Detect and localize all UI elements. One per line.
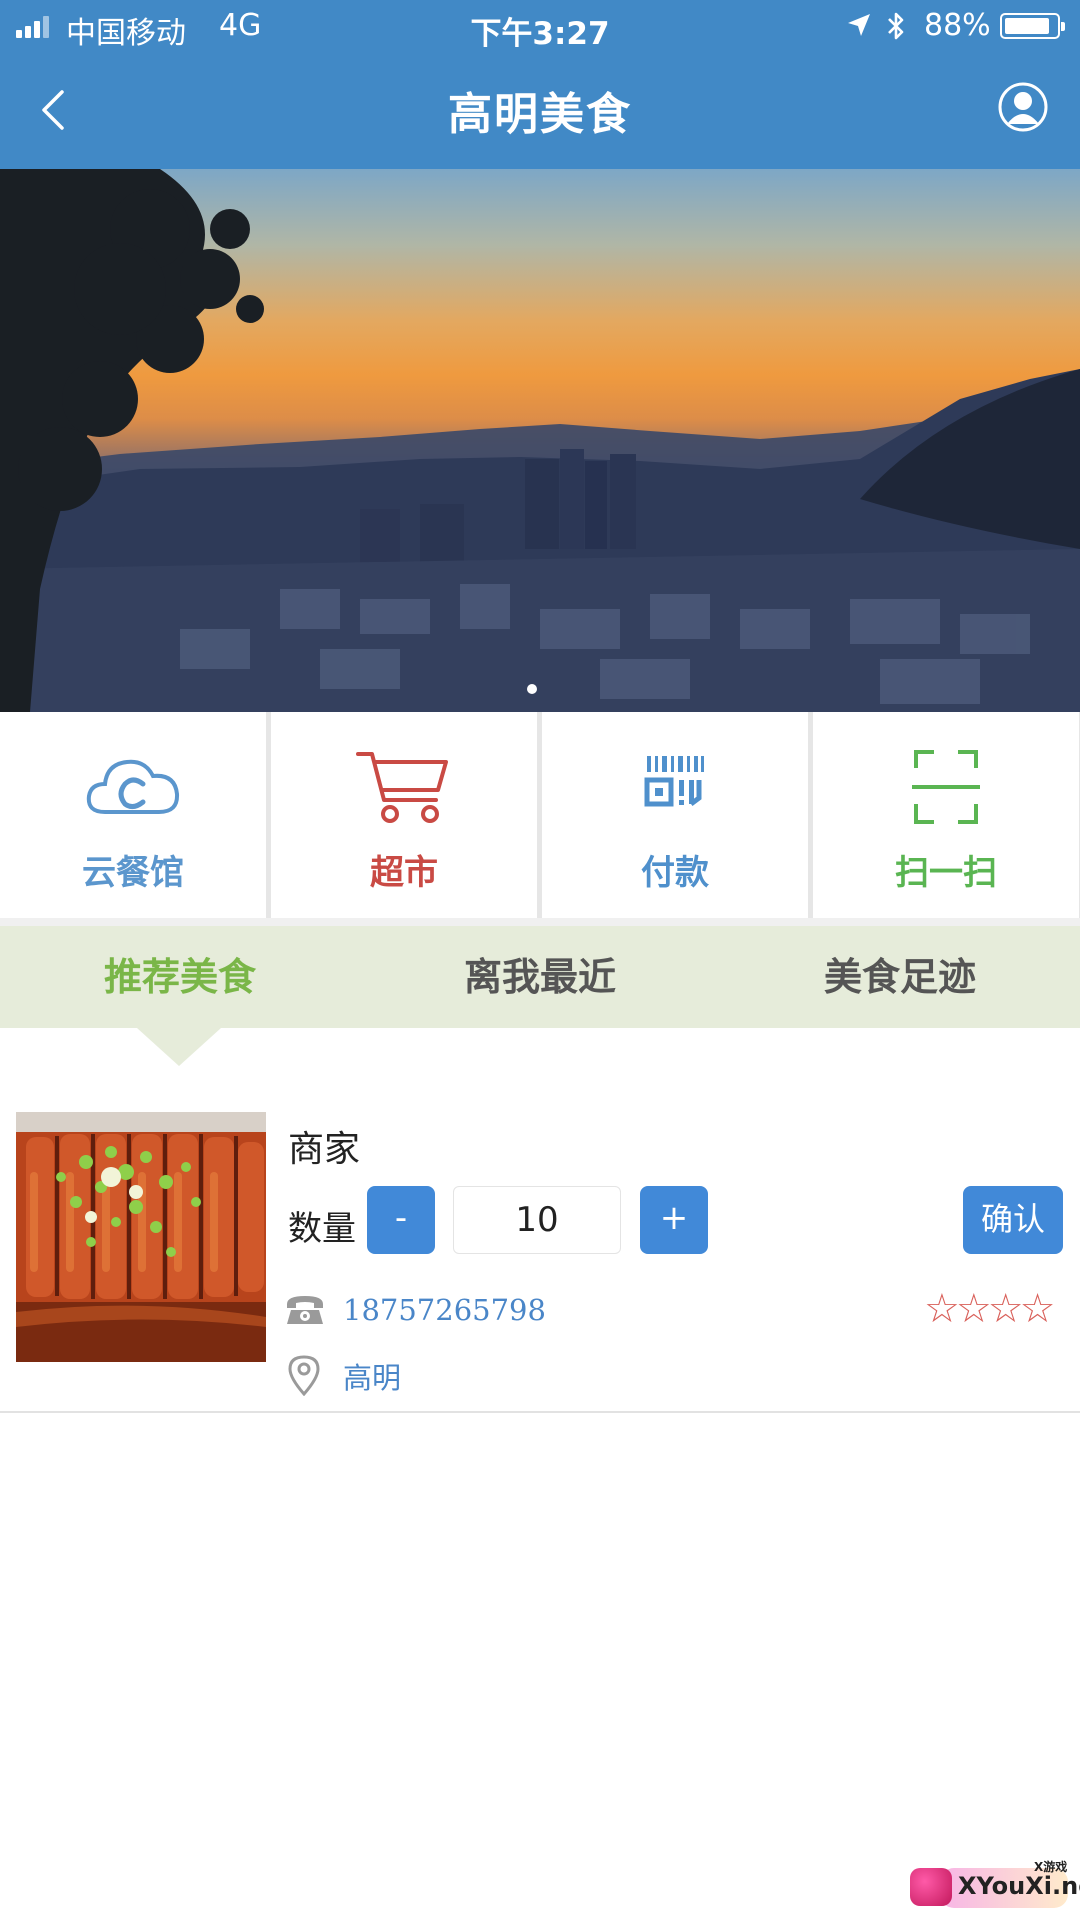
quantity-decrease-button[interactable]: - <box>367 1186 435 1254</box>
food-tabs: 推荐美食 离我最近 美食足迹 <box>0 918 1080 1028</box>
merchant-location[interactable]: 高明 <box>343 1355 401 1397</box>
nav-bar: 高明美食 <box>0 52 1080 169</box>
quantity-input[interactable] <box>453 1186 621 1254</box>
battery-percent: 88% <box>924 8 991 43</box>
gamepad-logo-icon <box>910 1868 952 1906</box>
cloud-icon <box>86 759 180 814</box>
watermark-text: XYouXi.net <box>958 1872 1080 1900</box>
banner-image <box>0 169 1080 712</box>
action-label: 扫一扫 <box>895 853 997 893</box>
site-watermark: X游戏 XYouXi.net <box>910 1860 1080 1912</box>
scan-frame-icon <box>912 750 980 824</box>
quick-actions: 云餐馆 超市 付款 扫一扫 <box>0 712 1080 918</box>
rating-stars: ☆☆☆☆ <box>924 1286 1055 1332</box>
back-button[interactable] <box>30 82 80 138</box>
profile-button[interactable] <box>998 82 1048 132</box>
tab-recommended-food[interactable]: 推荐美食 <box>40 926 320 1028</box>
action-payment[interactable]: 付款 <box>542 712 808 918</box>
tab-nearest[interactable]: 离我最近 <box>400 926 680 1028</box>
merchant-phone[interactable]: 18757265798 <box>343 1293 546 1327</box>
battery-icon <box>1000 13 1065 39</box>
banner-carousel[interactable] <box>0 169 1080 712</box>
user-profile-icon <box>998 82 1048 132</box>
action-label: 云餐馆 <box>82 853 184 893</box>
action-scan[interactable]: 扫一扫 <box>813 712 1079 918</box>
card-divider <box>0 1411 1080 1413</box>
action-supermarket[interactable]: 超市 <box>271 712 537 918</box>
merchant-card[interactable]: 商家 数量 - + 确认 18757265798 ☆☆☆☆ 高明 <box>0 1028 1080 1412</box>
quantity-increase-button[interactable]: + <box>640 1186 708 1254</box>
merchant-name[interactable]: 商家 <box>288 1120 360 1172</box>
merchant-image[interactable] <box>16 1112 266 1362</box>
carousel-dot-active[interactable] <box>527 684 537 694</box>
quantity-label: 数量 <box>288 1209 356 1249</box>
barcode-pay-icon <box>644 756 704 807</box>
action-label: 付款 <box>641 853 709 893</box>
tab-food-footprint[interactable]: 美食足迹 <box>760 926 1040 1028</box>
action-cloud-restaurant[interactable]: 云餐馆 <box>0 712 266 918</box>
telephone-icon <box>287 1296 323 1324</box>
status-bar: 中国移动 4G 下午3:27 88% <box>0 0 1080 52</box>
location-arrow-icon <box>848 14 870 36</box>
bluetooth-icon <box>888 12 904 40</box>
braised-pork-image <box>16 1112 266 1362</box>
chevron-left-icon <box>42 90 64 130</box>
status-time: 下午3:27 <box>470 16 610 52</box>
shopping-cart-icon <box>356 752 448 823</box>
map-pin-icon <box>288 1355 320 1396</box>
confirm-button[interactable]: 确认 <box>963 1186 1063 1254</box>
page-title: 高明美食 <box>448 89 632 140</box>
action-label: 超市 <box>370 853 438 893</box>
